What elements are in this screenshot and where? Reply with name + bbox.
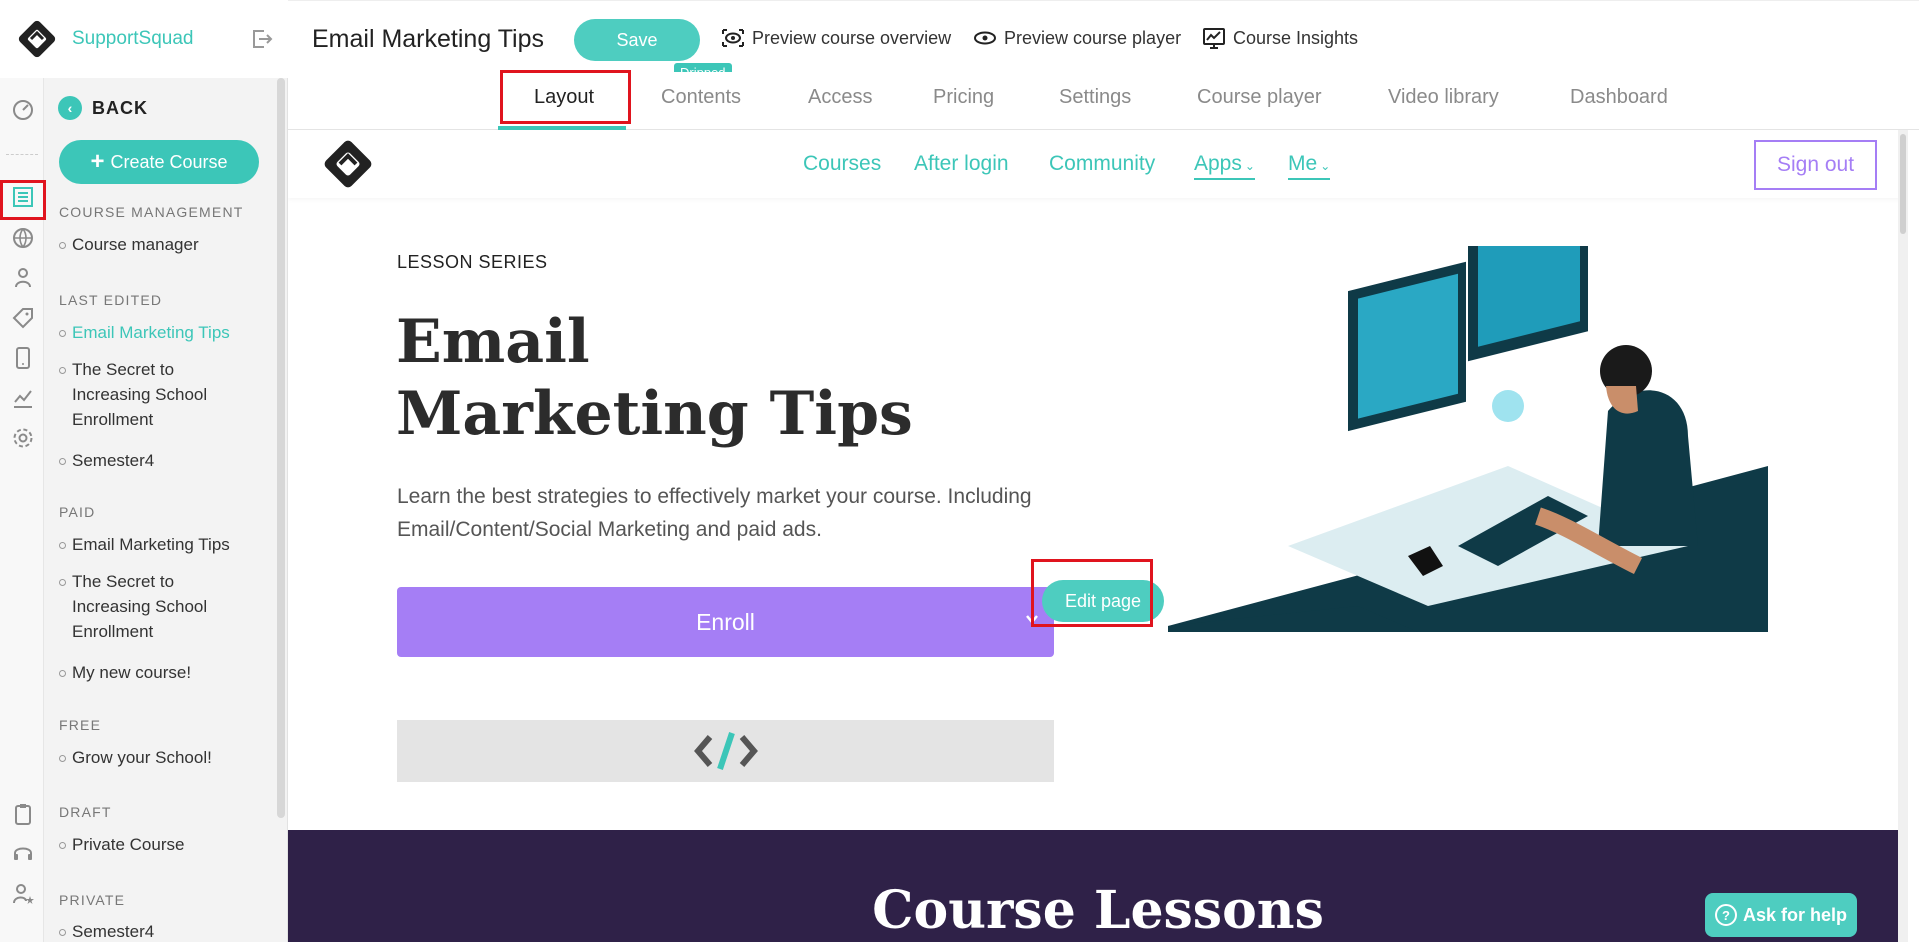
users-star-icon[interactable] (10, 881, 36, 907)
nav-apps-label: Apps (1194, 152, 1242, 175)
eye-icon (974, 31, 996, 45)
clipboard-icon[interactable] (10, 801, 36, 827)
course-panel: ‹ BACK + Create Course COURSE MANAGEMENT… (44, 78, 276, 942)
user-icon[interactable] (10, 265, 36, 291)
tab-contents[interactable]: Contents (661, 86, 741, 109)
create-course-button[interactable]: + Create Course (59, 140, 259, 184)
course-item-semester4[interactable]: Semester4 (59, 448, 249, 473)
sign-out-button[interactable]: Sign out (1754, 140, 1877, 190)
preview-scrollbar[interactable] (1898, 130, 1908, 942)
rail-divider (6, 154, 38, 155)
plus-icon: + (90, 148, 105, 175)
chart-monitor-icon (1203, 28, 1225, 49)
tab-pricing[interactable]: Pricing (933, 86, 994, 109)
course-item-course-manager[interactable]: Course manager (59, 232, 249, 257)
layout-tab-highlight (500, 70, 631, 124)
left-sidebar: SupportSquad ‹ BACK + Create Course COUR… (0, 0, 288, 942)
help-question-icon: ? (1714, 904, 1737, 926)
course-lessons-title: Course Lessons (872, 880, 1324, 941)
preview-course-player-link[interactable]: Preview course player (973, 27, 1181, 49)
save-button[interactable]: Save (574, 19, 700, 61)
tab-dashboard[interactable]: Dashboard (1570, 86, 1668, 109)
course-insights-label: Course Insights (1233, 27, 1359, 48)
headset-icon[interactable] (10, 840, 36, 866)
tab-bar: Layout Contents Access Pricing Settings … (288, 70, 1919, 130)
logout-icon[interactable] (250, 28, 274, 50)
enroll-button[interactable]: Enroll (397, 587, 1054, 657)
nav-after-login[interactable]: After login (914, 152, 1009, 176)
globe-icon[interactable] (10, 225, 36, 251)
section-title-free: FREE (59, 717, 102, 733)
tab-video-library[interactable]: Video library (1388, 86, 1499, 109)
brand-name[interactable]: SupportSquad (72, 28, 194, 50)
course-item-my-new-course[interactable]: My new course! (59, 660, 249, 685)
section-title-draft: DRAFT (59, 804, 112, 820)
page-title: Email Marketing Tips (312, 25, 545, 53)
dashboard-icon[interactable] (10, 96, 36, 122)
edit-page-highlight (1031, 559, 1153, 627)
course-page-preview: Courses After login Community Apps ⌄ Me ⌄ … (288, 130, 1908, 942)
preview-course-overview-label: Preview course overview (752, 27, 952, 48)
enroll-label: Enroll (696, 608, 755, 635)
site-navbar: Courses After login Community Apps ⌄ Me ⌄ … (288, 130, 1908, 198)
back-arrow-icon: ‹ (58, 96, 82, 120)
nav-me-dropdown[interactable]: Me ⌄ (1288, 152, 1331, 180)
chevron-down-icon: ⌄ (1244, 159, 1255, 173)
code-icon (693, 732, 758, 770)
tab-settings[interactable]: Settings (1059, 86, 1131, 109)
code-embed-placeholder[interactable] (397, 720, 1054, 782)
hero-illustration (1168, 246, 1768, 632)
settings-icon[interactable] (10, 425, 36, 451)
top-bar: Email Marketing Tips Save Dripped Previe… (288, 0, 1919, 82)
section-title-course-management: COURSE MANAGEMENT (59, 204, 244, 220)
hero-eyebrow: LESSON SERIES (397, 252, 548, 272)
course-item-secret-enrollment-paid[interactable]: The Secret to Increasing School Enrollme… (59, 569, 249, 644)
nav-courses[interactable]: Courses (803, 152, 881, 176)
nav-me-label: Me (1288, 152, 1318, 175)
analytics-icon[interactable] (10, 385, 36, 411)
tab-access[interactable]: Access (808, 86, 872, 109)
section-title-paid: PAID (59, 504, 96, 520)
section-title-last-edited: LAST EDITED (59, 292, 163, 308)
preview-course-player-label: Preview course player (1004, 27, 1182, 48)
mobile-icon[interactable] (10, 345, 36, 371)
course-item-email-marketing-tips-paid[interactable]: Email Marketing Tips (59, 532, 249, 557)
courses-highlight (0, 180, 46, 220)
course-item-email-marketing-tips[interactable]: Email Marketing Tips (59, 320, 249, 345)
brand-logo-icon[interactable] (14, 16, 60, 62)
back-label: BACK (92, 97, 148, 118)
site-logo-icon[interactable] (318, 134, 378, 194)
ask-for-help-button[interactable]: ? Ask for help (1705, 893, 1857, 937)
course-item-secret-enrollment[interactable]: The Secret to Increasing School Enrollme… (59, 357, 249, 432)
course-item-grow-your-school[interactable]: Grow your School! (59, 745, 249, 770)
eye-icon (722, 29, 744, 47)
sidebar-scrollbar[interactable] (277, 78, 287, 818)
course-insights-link[interactable]: Course Insights (1202, 27, 1358, 49)
hero-description: Learn the best strategies to effectively… (397, 485, 1032, 541)
nav-apps-dropdown[interactable]: Apps ⌄ (1194, 152, 1255, 180)
section-title-private: PRIVATE (59, 892, 126, 908)
ask-for-help-label: Ask for help (1742, 904, 1848, 925)
create-course-label: Create Course (110, 151, 228, 172)
chevron-down-icon: ⌄ (1320, 159, 1331, 173)
icon-rail (0, 78, 46, 942)
course-item-semester4-private[interactable]: Semester4 (59, 919, 249, 942)
tag-icon[interactable] (10, 305, 36, 331)
tab-course-player[interactable]: Course player (1197, 86, 1322, 109)
back-link[interactable]: ‹ BACK (58, 96, 148, 120)
preview-course-overview-link[interactable]: Preview course overview (721, 27, 951, 49)
hero-title: Email Marketing Tips (396, 307, 913, 449)
course-lessons-section: Course Lessons (288, 830, 1908, 942)
nav-community[interactable]: Community (1049, 152, 1155, 176)
course-item-private-course[interactable]: Private Course (59, 832, 249, 857)
brand-header: SupportSquad (0, 0, 288, 78)
